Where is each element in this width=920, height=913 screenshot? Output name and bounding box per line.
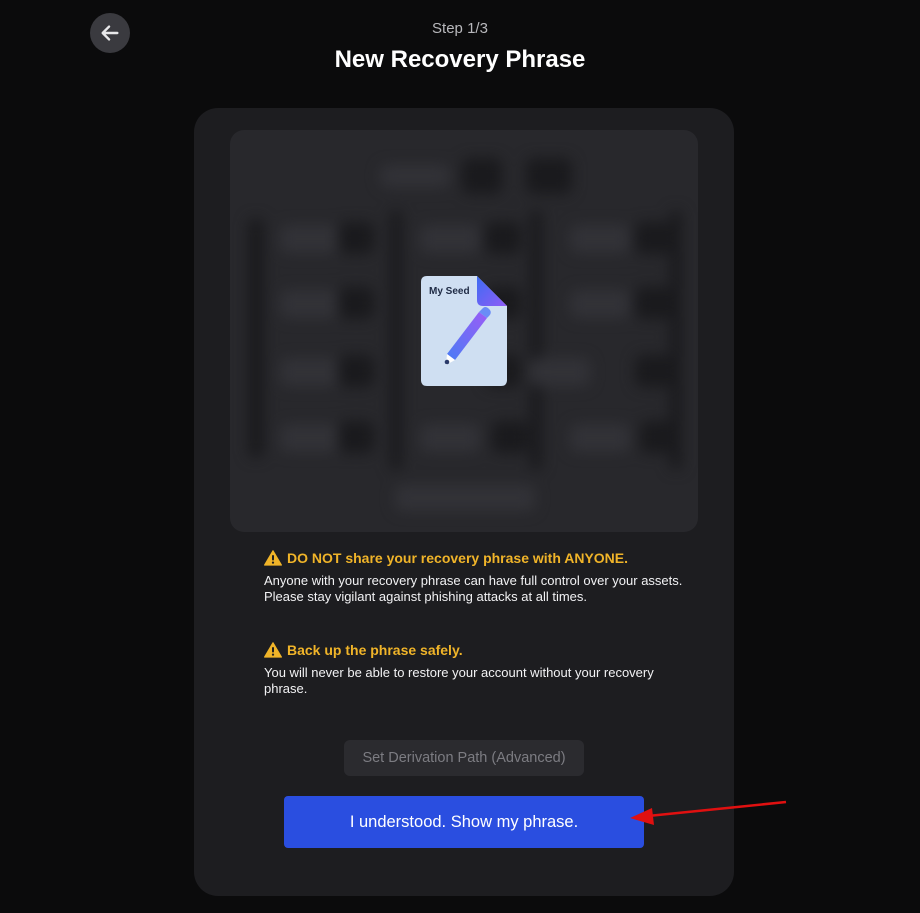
page-title: New Recovery Phrase [334, 46, 586, 73]
share-warning-text: Anyone with your recovery phrase can hav… [264, 573, 683, 604]
warning-icon [264, 642, 282, 658]
recovery-phrase-page: Step 1/3 New Recovery Phrase My Seed DO … [0, 0, 920, 913]
warning-icon [264, 550, 282, 566]
show-phrase-button[interactable]: I understood. Show my phrase. [284, 796, 644, 848]
blurred-phrase-preview: My Seed [230, 130, 698, 532]
share-warning: DO NOT share your recovery phrase with A… [264, 550, 684, 604]
recovery-card: My Seed DO NOT share your recovery phras… [194, 108, 734, 896]
share-warning-heading: DO NOT share your recovery phrase with A… [287, 550, 629, 566]
step-indicator: Step 1/3 [432, 20, 488, 37]
seed-document-label: My Seed [429, 286, 470, 297]
annotation-arrow-icon [630, 800, 787, 825]
set-derivation-path-button[interactable]: Set Derivation Path (Advanced) [344, 740, 584, 776]
backup-warning-heading: Back up the phrase safely. [287, 642, 463, 658]
backup-warning: Back up the phrase safely. You will neve… [264, 642, 684, 696]
backup-warning-text: You will never be able to restore your a… [264, 665, 654, 696]
